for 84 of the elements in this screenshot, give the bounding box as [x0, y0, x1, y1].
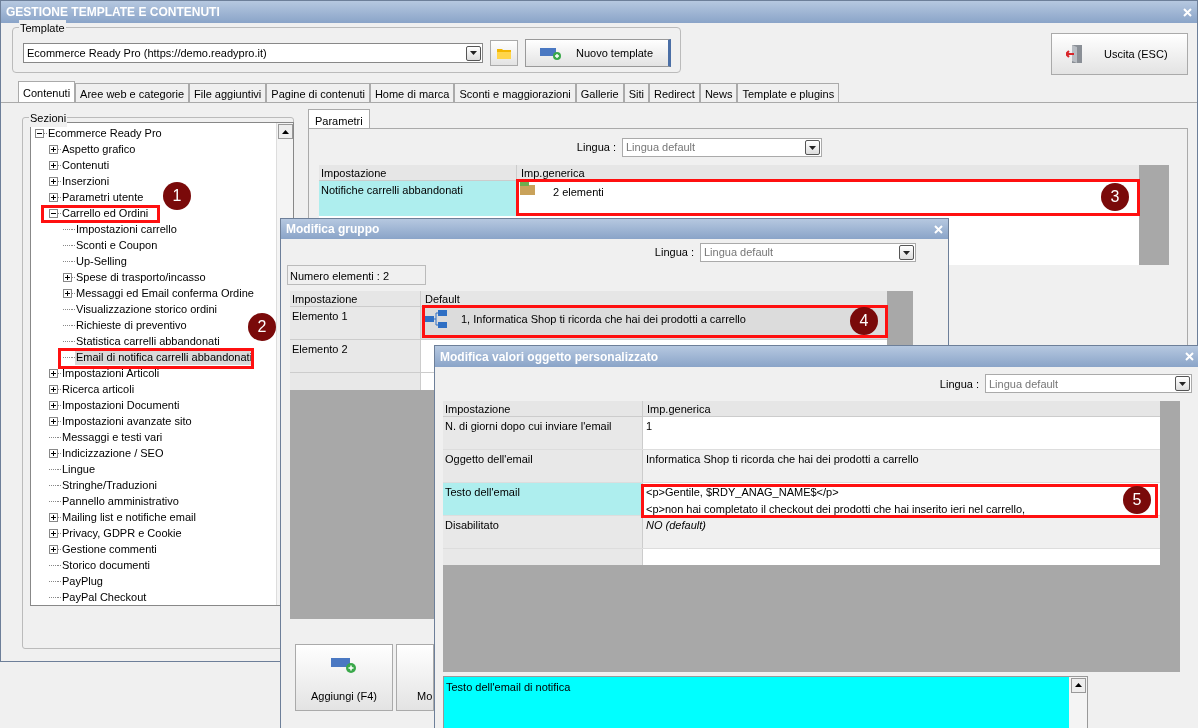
caret-icon [809, 145, 816, 150]
plus-box-icon[interactable] [49, 400, 58, 410]
column-header: Imp.generica [520, 166, 586, 180]
plus-box-icon[interactable] [49, 192, 58, 202]
dropdown-button[interactable] [1175, 376, 1190, 392]
exit-button[interactable]: Uscita (ESC) [1051, 33, 1188, 75]
tab[interactable]: Redirect [648, 83, 700, 102]
cell-text: 1 [646, 419, 653, 435]
plus-box-icon[interactable] [49, 448, 58, 458]
hierarchy-icon [425, 310, 447, 328]
scroll-up-button[interactable] [1070, 677, 1086, 693]
window-title: Modifica gruppo [286, 221, 380, 238]
plus-box-icon[interactable] [49, 384, 58, 394]
plus-box-icon[interactable] [49, 144, 58, 154]
element-count-field: Numero elementi : 2 [287, 265, 426, 285]
tab[interactable]: Sconti e maggiorazioni [454, 83, 576, 102]
plus-box-icon[interactable] [49, 416, 58, 426]
scroll-up-button[interactable] [277, 124, 293, 139]
cell-text: NO (default) [646, 518, 706, 534]
toolbar-button[interactable]: Aggiungi (F4) [295, 644, 393, 711]
group-label: Template [19, 20, 66, 37]
exit-door-icon [1066, 44, 1084, 64]
toolbar-button[interactable]: Mo [396, 644, 434, 711]
table-cell: Testo dell'email [443, 483, 643, 516]
language-dropdown[interactable]: Lingua default [985, 374, 1192, 394]
caret-icon [470, 51, 477, 55]
description-text: Testo dell'email di notifica [445, 679, 572, 695]
plus-box-icon[interactable] [63, 272, 72, 282]
table-cell: Elemento 2 [290, 340, 421, 372]
caret-icon [903, 250, 910, 255]
table-cell: Elemento 1 [290, 307, 421, 339]
minus-box-icon[interactable] [35, 128, 44, 138]
column-header: Imp.generica [646, 402, 712, 417]
cell-text: <p>non hai completato il checkout dei prodotti che hai inserito ieri nel carrello, [646, 501, 1026, 517]
add-item-icon [540, 46, 562, 60]
up-caret-icon [281, 129, 289, 134]
tab[interactable]: Pagine di contenuti [266, 83, 370, 102]
plus-box-icon[interactable] [63, 288, 72, 298]
dropdown-button[interactable] [899, 245, 914, 260]
scrollbar[interactable] [1069, 676, 1087, 728]
window-title: GESTIONE TEMPLATE E CONTENUTI [6, 4, 220, 21]
plus-box-icon[interactable] [49, 544, 58, 554]
new-template-button[interactable]: Nuovo template [525, 39, 671, 67]
tab[interactable]: Siti [623, 83, 649, 102]
caret-icon [1179, 381, 1186, 386]
tab[interactable]: News [699, 83, 738, 102]
folder-icon [497, 47, 511, 59]
tab[interactable]: Gallerie [575, 83, 624, 102]
plus-box-icon[interactable] [49, 176, 58, 186]
plus-box-icon[interactable] [49, 512, 58, 522]
table-cell-text: 2 elementi [553, 185, 604, 200]
tab[interactable]: Template e plugins [737, 83, 840, 102]
tab[interactable]: File aggiuntivi [189, 83, 267, 102]
table-cell: N. di giorni dopo cui inviare l'email [443, 417, 643, 450]
language-dropdown[interactable]: Lingua default [700, 243, 916, 262]
plus-box-icon[interactable] [49, 528, 58, 538]
template-dropdown[interactable]: Ecommerce Ready Pro (https://demo.readypro.it) [23, 43, 483, 63]
cell-text: <p>Gentile, $RDY_ANAG_NAME$</p> [646, 485, 839, 501]
tab[interactable]: Home di marca [369, 83, 455, 102]
up-caret-icon [1074, 683, 1082, 688]
dropdown-button[interactable] [466, 45, 481, 61]
package-icon [520, 182, 535, 195]
cell-text: Informatica Shop ti ricorda che hai dei prodotti a carrello [646, 452, 919, 468]
window-title: Modifica valori oggetto personalizzato [440, 348, 659, 366]
column-header: Impostazione [319, 165, 517, 180]
table-cell: Disabilitato [443, 516, 643, 549]
language-dropdown[interactable]: Lingua default [622, 138, 822, 157]
column-header: Impostazione [290, 291, 421, 306]
table-cell: Oggetto dell'email [443, 450, 643, 483]
minus-box-icon[interactable] [49, 208, 58, 218]
column-header: Impostazione [443, 401, 643, 417]
language-label: Lingua : [654, 245, 694, 261]
add-item-icon [331, 655, 357, 674]
table-cell: Notifiche carrelli abbandonati [319, 181, 517, 216]
table-cell-text: 1, Informatica Shop ti ricorda che hai dei prodotti a carrello [461, 312, 746, 327]
plus-box-icon[interactable] [49, 160, 58, 170]
language-label: Lingua : [576, 140, 616, 156]
dropdown-button[interactable] [805, 140, 820, 155]
tab[interactable]: Contenuti [18, 81, 76, 102]
plus-box-icon[interactable] [49, 368, 58, 378]
tab[interactable]: Parametri [308, 109, 370, 128]
language-label: Lingua : [939, 376, 979, 392]
tab[interactable]: Aree web e categorie [75, 83, 190, 102]
column-header: Default [424, 292, 461, 306]
